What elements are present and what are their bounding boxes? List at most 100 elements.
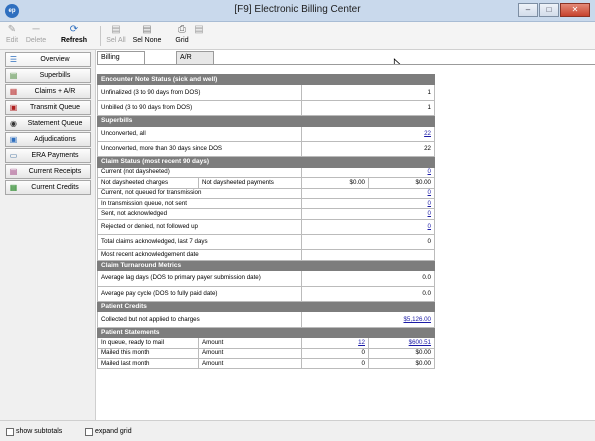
row-label: Unfinalized (3 to 90 days from DOS) bbox=[97, 84, 302, 101]
window-controls: – □ ✕ bbox=[517, 3, 590, 17]
select-all-button[interactable]: ▤ Sel All bbox=[103, 24, 129, 48]
transmit-icon: ▣ bbox=[9, 103, 18, 112]
sidebar-item-statement-queue[interactable]: ◉ Statement Queue bbox=[5, 116, 91, 131]
row-sublabel: Amount bbox=[198, 337, 302, 349]
tab-ar-summary[interactable]: A/R Summary bbox=[176, 51, 214, 73]
section-header: Patient Statements bbox=[97, 326, 435, 339]
row-label: Most recent acknowledgement date bbox=[97, 249, 302, 261]
row-value-link[interactable]: 12 bbox=[301, 337, 369, 349]
row-value-link[interactable]: $600.51 bbox=[368, 337, 435, 349]
edit-button[interactable]: ✎ Edit bbox=[3, 24, 21, 48]
section-header: Claim Status (most recent 90 days) bbox=[97, 156, 435, 168]
refresh-icon: ⟳ bbox=[69, 24, 79, 35]
row-value: 0.0 bbox=[301, 285, 435, 303]
sidebar-item-era-payments[interactable]: ▭ ERA Payments bbox=[5, 148, 91, 163]
row-value-link[interactable]: $5,126.00 bbox=[301, 311, 435, 328]
row-value-link[interactable]: 0 bbox=[301, 187, 435, 199]
grid-button[interactable]: ⎙ Grid bbox=[172, 24, 192, 48]
adjudications-icon: ▣ bbox=[9, 135, 18, 144]
checkbox-box[interactable] bbox=[85, 428, 93, 436]
row-label: Sent, not acknowledged bbox=[97, 208, 302, 220]
billing-performance-panel: Encounter Note Status (sick and well) Un… bbox=[97, 64, 595, 420]
show-subtotals-checkbox[interactable]: show subtotals bbox=[6, 427, 62, 437]
sidebar: ☰ Overview ▤ Superbills ▦ Claims + A/R ▣… bbox=[0, 50, 96, 420]
row-value: 0 bbox=[301, 234, 435, 251]
close-icon[interactable]: ✕ bbox=[560, 3, 590, 17]
tab-billing-performance[interactable]: Billing Performance bbox=[97, 51, 146, 73]
sidebar-item-current-receipts[interactable]: ▤ Current Receipts bbox=[5, 164, 91, 179]
row-value-link[interactable]: 22 bbox=[301, 125, 435, 142]
row-label: Total claims acknowledged, last 7 days bbox=[97, 234, 302, 251]
row-label: In transmission queue, not sent bbox=[97, 197, 302, 210]
bottom-bar: show subtotals expand grid bbox=[0, 420, 595, 441]
row-label: Not daysheeted charges bbox=[97, 177, 199, 189]
row-sublabel: Amount bbox=[198, 357, 302, 370]
section-header: Encounter Note Status (sick and well) bbox=[97, 73, 435, 86]
select-all-icon: ▤ bbox=[111, 24, 121, 35]
credits-icon: ▦ bbox=[9, 183, 18, 192]
row-value: $0.00 bbox=[368, 177, 435, 189]
overview-icon: ☰ bbox=[9, 55, 18, 64]
window-title: [F9] Electronic Billing Center bbox=[234, 4, 361, 15]
row-label: Mailed this month bbox=[97, 347, 199, 360]
row-value-link[interactable]: 0 bbox=[301, 197, 435, 210]
sidebar-item-transmit-queue[interactable]: ▣ Transmit Queue bbox=[5, 100, 91, 115]
sidebar-item-claims-ar[interactable]: ▦ Claims + A/R bbox=[5, 84, 91, 99]
receipts-icon: ▤ bbox=[9, 167, 18, 176]
statement-icon: ◉ bbox=[10, 119, 17, 128]
row-value: $0.00 bbox=[301, 177, 369, 189]
row-value: $0.00 bbox=[368, 347, 435, 360]
row-sublabel: Amount bbox=[198, 347, 302, 360]
sidebar-item-adjudications[interactable]: ▣ Adjudications bbox=[5, 132, 91, 147]
row-label: Unconverted, all bbox=[97, 125, 302, 142]
section-header: Superbills bbox=[97, 115, 435, 127]
row-value bbox=[301, 249, 435, 261]
refresh-button[interactable]: ⟳ Refresh bbox=[50, 24, 98, 48]
row-value: 0.0 bbox=[301, 270, 435, 287]
printer-icon: ⎙ bbox=[178, 24, 186, 35]
row-value: 0 bbox=[301, 347, 369, 360]
sidebar-item-overview[interactable]: ☰ Overview bbox=[5, 52, 91, 67]
toolbar: ✎ Edit ─ Delete ⟳ Refresh ▤ Sel All ▤ Se… bbox=[0, 22, 595, 50]
claims-icon: ▦ bbox=[9, 87, 18, 96]
minimize-icon[interactable]: – bbox=[518, 3, 538, 17]
section-header: Patient Credits bbox=[97, 301, 435, 313]
row-value: 22 bbox=[301, 140, 435, 158]
sidebar-item-superbills[interactable]: ▤ Superbills bbox=[5, 68, 91, 83]
row-label: Current, not queued for transmission bbox=[97, 187, 302, 199]
billing-performance-grid: Encounter Note Status (sick and well) Un… bbox=[97, 73, 435, 370]
row-label: Average lag days (DOS to primary payer s… bbox=[97, 270, 302, 287]
section-header: Claim Turnaround Metrics bbox=[97, 259, 435, 272]
row-value-link[interactable]: 0 bbox=[301, 208, 435, 220]
delete-button[interactable]: ─ Delete bbox=[23, 24, 49, 48]
superbills-icon: ▤ bbox=[9, 71, 18, 80]
row-value: $0.00 bbox=[368, 357, 435, 370]
row-label: Collected but not applied to charges bbox=[97, 311, 302, 328]
expand-grid-checkbox[interactable]: expand grid bbox=[85, 427, 132, 437]
export-icon: ▤ bbox=[194, 24, 204, 35]
sidebar-item-current-credits[interactable]: ▦ Current Credits bbox=[5, 180, 91, 195]
row-label: Rejected or denied, not followed up bbox=[97, 218, 302, 236]
pencil-icon: ✎ bbox=[7, 24, 17, 35]
row-value: 1 bbox=[301, 84, 435, 101]
checkbox-box[interactable] bbox=[6, 428, 14, 436]
row-label: In queue, ready to mail bbox=[97, 337, 199, 349]
title-bar: ep [F9] Electronic Billing Center – □ ✕ bbox=[0, 0, 595, 22]
row-label: Unconverted, more than 30 days since DOS bbox=[97, 140, 302, 158]
delete-icon: ─ bbox=[32, 24, 40, 35]
row-label: Unbilled (3 to 90 days from DOS) bbox=[97, 99, 302, 117]
select-none-button[interactable]: ▤ Sel None bbox=[131, 24, 163, 48]
row-value: 1 bbox=[301, 99, 435, 117]
select-none-icon: ▤ bbox=[142, 24, 152, 35]
row-label: Mailed last month bbox=[97, 357, 199, 370]
row-value: 0 bbox=[301, 357, 369, 370]
era-icon: ▭ bbox=[9, 151, 18, 160]
toolbar-separator bbox=[100, 26, 101, 46]
row-label: Current (not daysheeted) bbox=[97, 166, 302, 179]
maximize-icon[interactable]: □ bbox=[539, 3, 559, 17]
row-label: Average pay cycle (DOS to fully paid dat… bbox=[97, 285, 302, 303]
export-button[interactable]: ▤ bbox=[193, 24, 205, 48]
row-sublabel: Not daysheeted payments bbox=[198, 177, 302, 189]
row-value-link[interactable]: 0 bbox=[301, 218, 435, 236]
row-value-link[interactable]: 0 bbox=[301, 166, 435, 179]
